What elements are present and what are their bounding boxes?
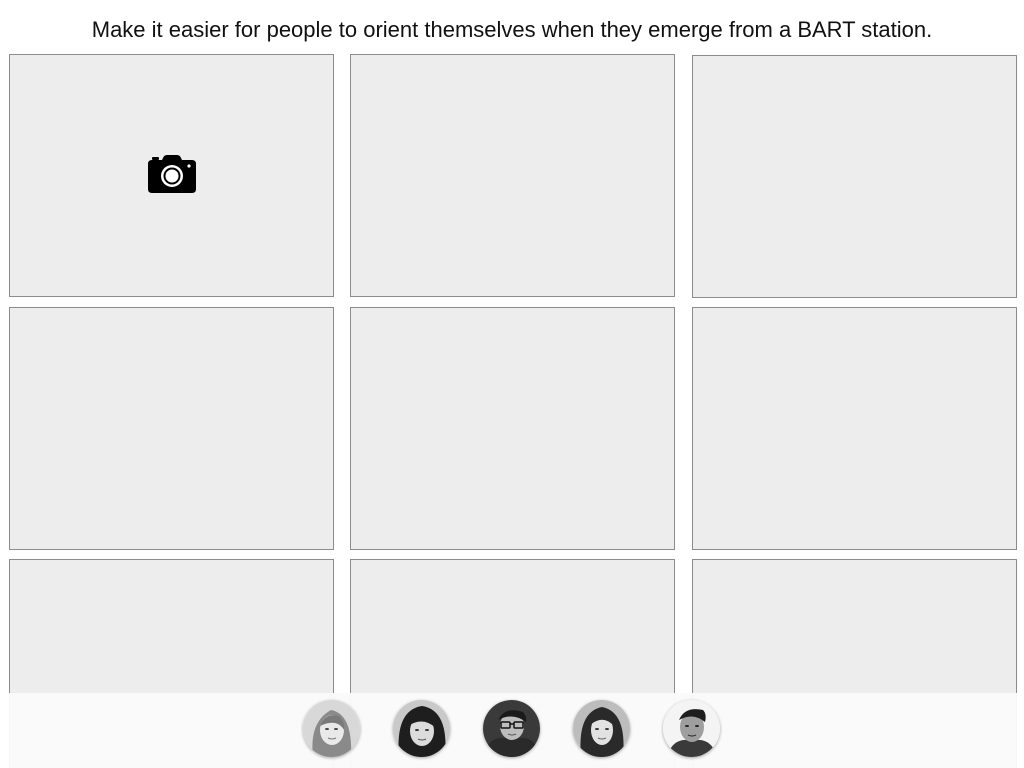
photo-tile[interactable]	[350, 54, 675, 297]
prompt-title: Make it easier for people to orient them…	[91, 17, 933, 42]
photo-tile[interactable]	[692, 307, 1017, 550]
photo-tile[interactable]	[350, 307, 675, 550]
photo-tile[interactable]	[9, 307, 334, 550]
participant-avatar[interactable]	[393, 700, 450, 757]
avatar-photo	[573, 700, 630, 757]
camera-icon[interactable]	[147, 154, 197, 194]
participant-avatar[interactable]	[663, 700, 720, 757]
avatar-photo	[393, 700, 450, 757]
photo-tile[interactable]	[9, 54, 334, 297]
participant-avatar[interactable]	[303, 700, 360, 757]
participant-avatar[interactable]	[483, 700, 540, 757]
avatar-photo	[303, 700, 360, 757]
avatar-photo	[483, 700, 540, 757]
participant-bar	[9, 693, 1017, 768]
avatar-photo	[663, 700, 720, 757]
photo-tile[interactable]	[692, 55, 1017, 298]
participant-avatar[interactable]	[573, 700, 630, 757]
brainstorm-board: Make it easier for people to orient them…	[0, 0, 1024, 768]
